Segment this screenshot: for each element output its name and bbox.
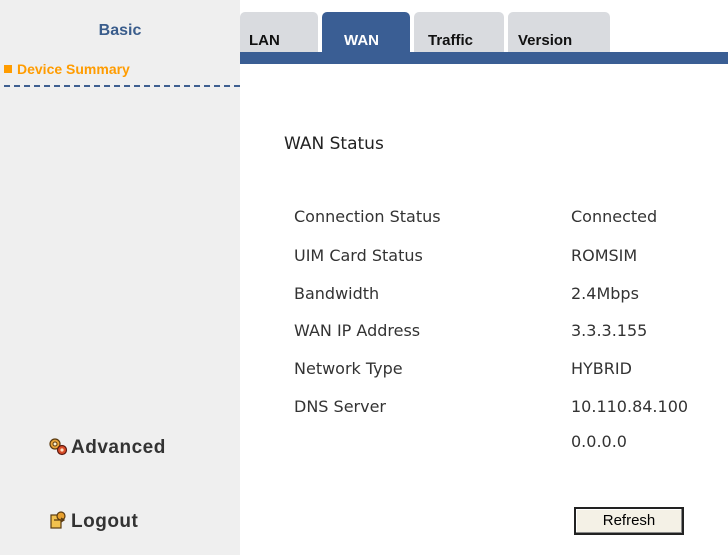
status-value: Connected [571, 207, 658, 226]
tab-lan[interactable]: LAN [240, 12, 318, 52]
status-value: 3.3.3.155 [571, 321, 648, 340]
tab-version[interactable]: Version [508, 12, 610, 52]
sidebar-item-advanced[interactable]: Advanced [48, 436, 238, 459]
status-label: WAN IP Address [294, 321, 421, 340]
status-label: UIM Card Status [294, 246, 423, 265]
status-label: Bandwidth [294, 284, 380, 303]
status-label: Connection Status [294, 207, 441, 226]
status-label: Network Type [294, 359, 403, 378]
status-label: DNS Server [294, 397, 386, 416]
page-title: WAN Status [284, 134, 384, 154]
sidebar-item-logout[interactable]: Logout [48, 510, 238, 533]
status-value: 10.110.84.100 [571, 397, 689, 416]
sidebar-link-label: Logout [71, 511, 139, 532]
status-value: HYBRID [571, 359, 632, 378]
logout-icon [50, 511, 66, 529]
status-value: ROMSIM [571, 246, 638, 265]
sidebar: Basic Device Summary Advanced Logout [0, 0, 240, 555]
tab-bar: LAN WAN Traffic Version [240, 12, 728, 52]
tab-traffic[interactable]: Traffic [414, 12, 504, 52]
bullet-icon [4, 65, 12, 73]
status-value: 0.0.0.0 [571, 432, 627, 451]
refresh-button[interactable]: Refresh [574, 507, 684, 535]
status-value: 2.4Mbps [571, 284, 639, 303]
tab-wan[interactable]: WAN [322, 12, 410, 52]
sidebar-item-device-summary[interactable]: Device Summary [4, 61, 240, 87]
tab-underline [240, 52, 728, 64]
sidebar-link-label: Advanced [71, 437, 166, 458]
gears-icon [49, 438, 68, 456]
sidebar-item-label: Device Summary [17, 61, 130, 77]
sidebar-basic-heading[interactable]: Basic [0, 22, 240, 40]
